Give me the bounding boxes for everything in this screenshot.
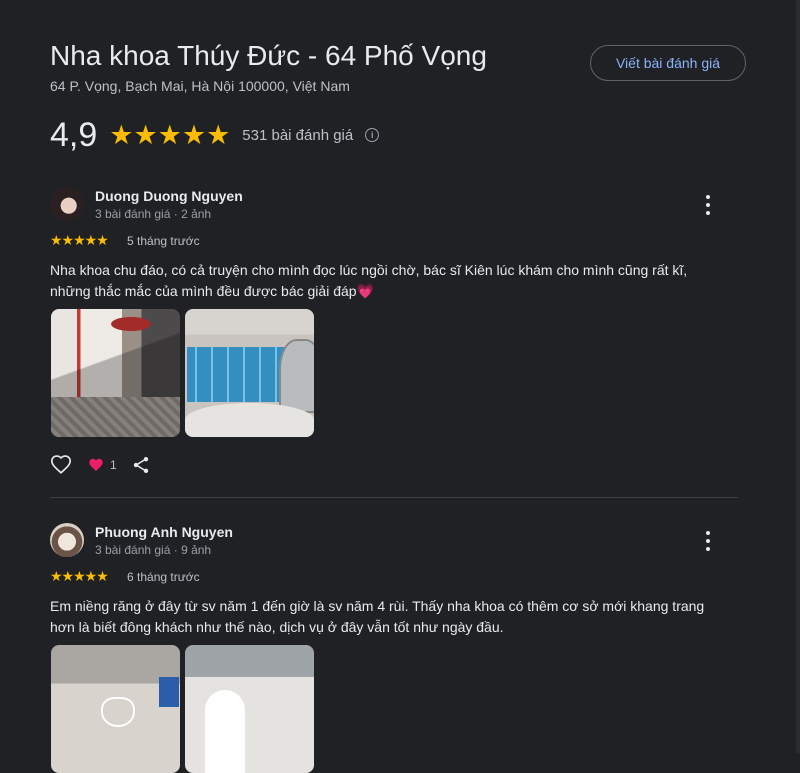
- review-item: Phuong Anh Nguyen 3 bài đánh giá · 9 ảnh…: [50, 519, 740, 773]
- reaction-summary[interactable]: 1: [88, 457, 117, 473]
- avatar[interactable]: [50, 523, 84, 557]
- scrollbar-track[interactable]: [796, 0, 800, 753]
- review-stars: ★★★★★: [50, 232, 109, 248]
- review-actions: 1: [50, 453, 151, 477]
- review-photo[interactable]: [51, 309, 180, 437]
- place-address: 64 P. Vọng, Bạch Mai, Hà Nội 100000, Việ…: [50, 78, 350, 94]
- rating-summary: 4,9 ★★★★★ 531 bài đánh giá i: [50, 113, 380, 157]
- avatar[interactable]: [50, 187, 84, 221]
- reviewer-meta: 3 bài đánh giá · 2 ảnh: [95, 207, 212, 221]
- review-text: Em niềng răng ở đây từ sv năm 1 đến giờ …: [50, 598, 705, 635]
- write-review-button[interactable]: Viết bài đánh giá: [590, 45, 746, 81]
- rating-score: 4,9: [50, 115, 98, 154]
- review-photo[interactable]: [185, 645, 314, 773]
- reviewer-name[interactable]: Phuong Anh Nguyen: [95, 524, 233, 540]
- review-divider: [50, 497, 738, 498]
- review-stars: ★★★★★: [50, 568, 109, 584]
- reaction-count: 1: [110, 458, 117, 472]
- heart-outline-icon[interactable]: [50, 454, 72, 476]
- more-options-icon[interactable]: [700, 195, 716, 215]
- more-options-icon[interactable]: [700, 531, 716, 551]
- review-text: Nha khoa chu đáo, có cả truyện cho mình …: [50, 260, 730, 302]
- heart-emoji: 💗: [356, 283, 374, 299]
- info-icon[interactable]: i: [365, 128, 380, 142]
- review-time: 6 tháng trước: [127, 570, 200, 584]
- place-title: Nha khoa Thúy Đức - 64 Phố Vọng: [50, 40, 487, 71]
- review-item: Duong Duong Nguyen 3 bài đánh giá · 2 ản…: [50, 183, 740, 483]
- review-photo[interactable]: [51, 645, 180, 773]
- reviewer-name[interactable]: Duong Duong Nguyen: [95, 188, 243, 204]
- review-photo[interactable]: [185, 309, 314, 437]
- reviewer-meta: 3 bài đánh giá · 9 ảnh: [95, 543, 212, 557]
- share-icon[interactable]: [131, 455, 151, 475]
- rating-stars: ★★★★★: [109, 119, 231, 150]
- reviews-panel: Nha khoa Thúy Đức - 64 Phố Vọng 64 P. Vọ…: [0, 0, 800, 773]
- heart-reaction-icon: [89, 458, 103, 471]
- review-time: 5 tháng trước: [127, 234, 200, 248]
- review-count[interactable]: 531 bài đánh giá: [242, 127, 353, 144]
